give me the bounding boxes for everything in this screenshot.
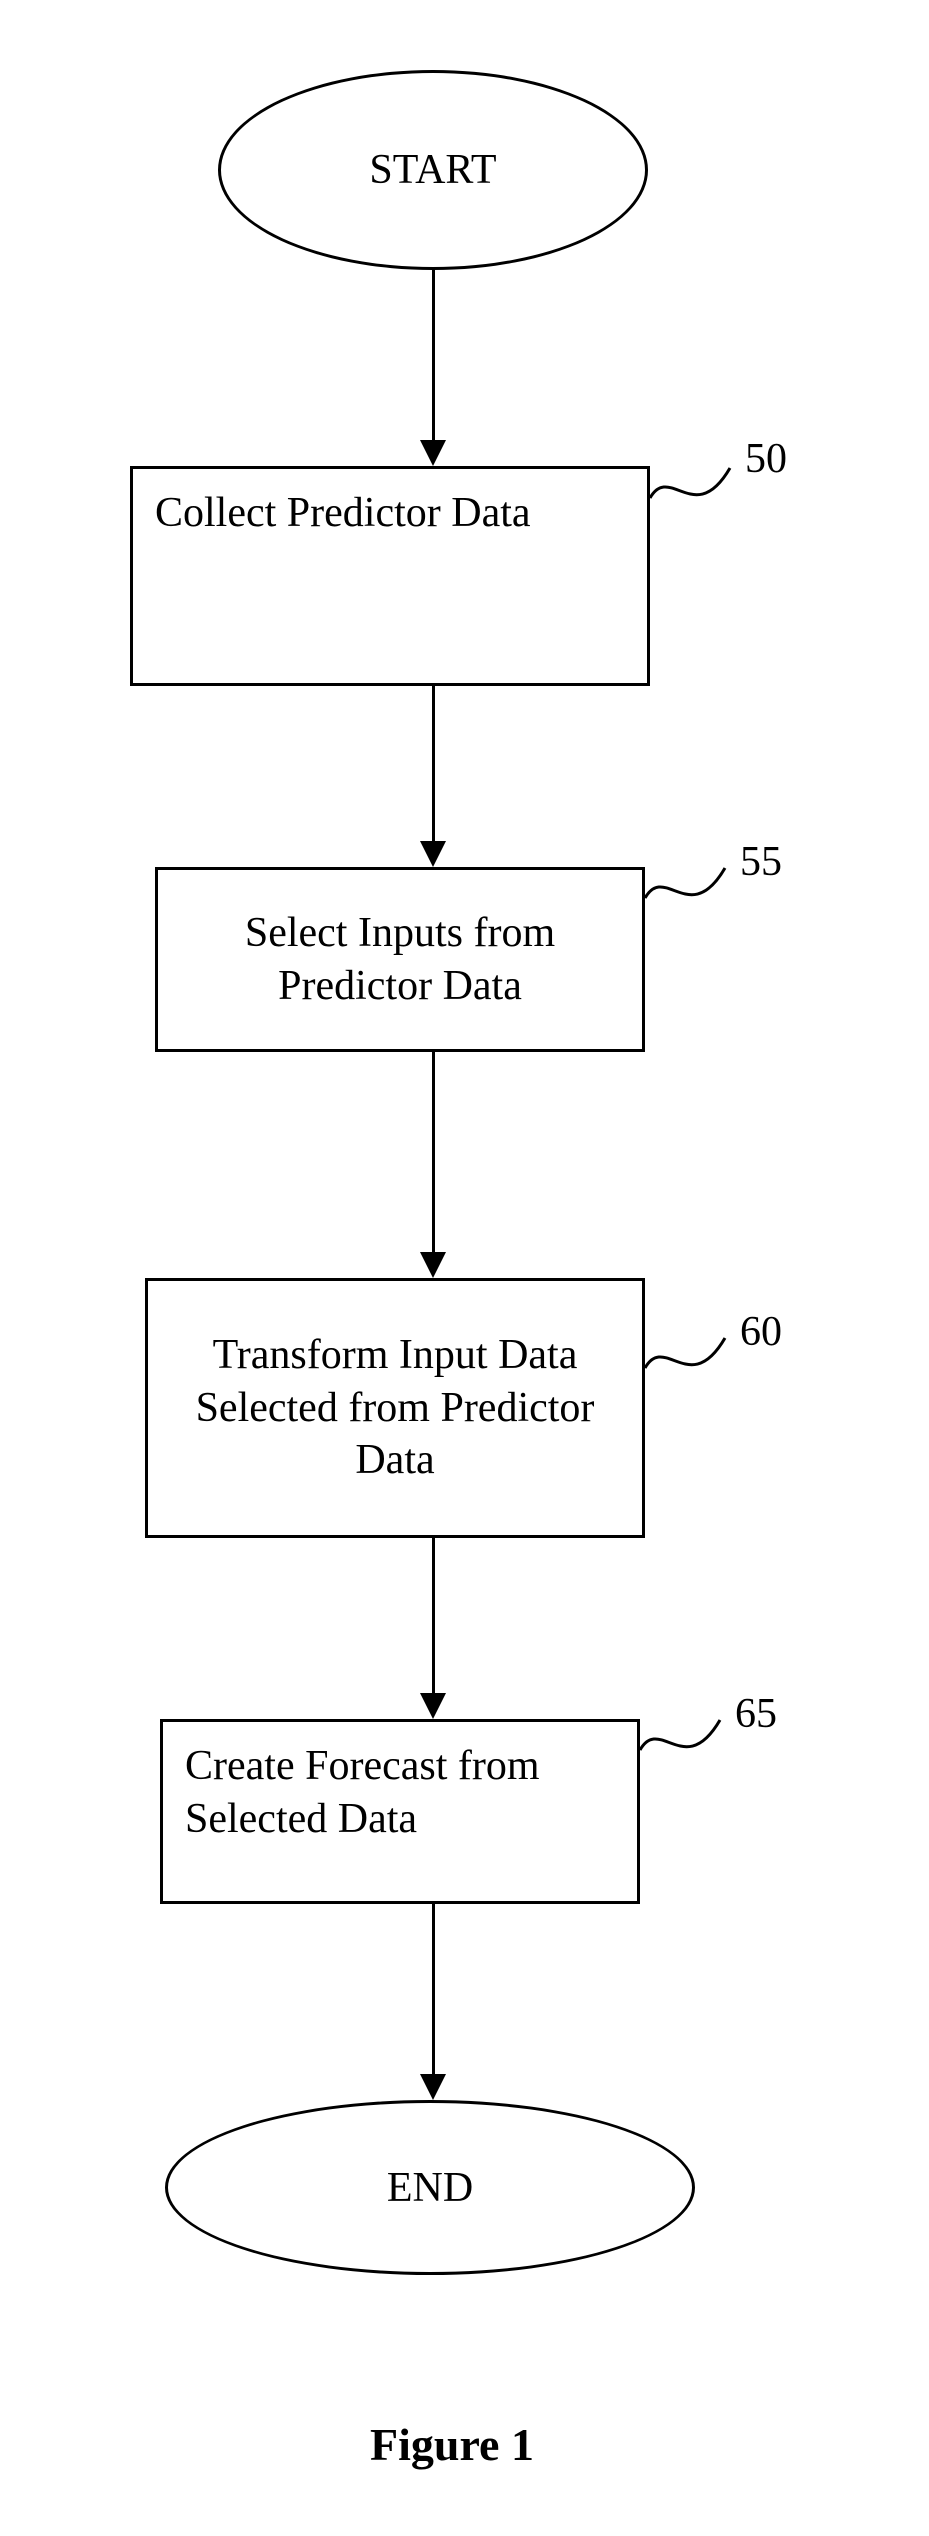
leader-65 <box>640 1710 730 1770</box>
arrow-55-to-60-head <box>420 1252 446 1278</box>
step-65-box: Create Forecast from Selected Data <box>160 1719 640 1904</box>
flowchart-canvas: START Collect Predictor Data 50 Select I… <box>0 0 929 2536</box>
step-60-box: Transform Input Data Selected from Predi… <box>145 1278 645 1538</box>
arrow-55-to-60 <box>432 1052 435 1252</box>
start-label: START <box>369 146 496 194</box>
end-terminator: END <box>165 2100 695 2275</box>
arrow-65-to-end <box>432 1904 435 2074</box>
arrow-50-to-55 <box>432 686 435 841</box>
arrow-start-to-50 <box>432 270 435 440</box>
leader-60 <box>645 1328 735 1388</box>
step-60-text: Transform Input Data Selected from Predi… <box>178 1329 612 1487</box>
leader-50 <box>650 458 740 518</box>
start-terminator: START <box>218 70 648 270</box>
arrow-50-to-55-head <box>420 841 446 867</box>
arrow-start-to-50-head <box>420 440 446 466</box>
arrow-65-to-end-head <box>420 2074 446 2100</box>
step-55-num: 55 <box>740 838 782 886</box>
step-55-box: Select Inputs from Predictor Data <box>155 867 645 1052</box>
arrow-60-to-65-head <box>420 1693 446 1719</box>
end-label: END <box>387 2164 473 2212</box>
step-50-text: Collect Predictor Data <box>155 487 531 540</box>
step-50-num: 50 <box>745 435 787 483</box>
step-65-num: 65 <box>735 1690 777 1738</box>
step-55-text: Select Inputs from Predictor Data <box>188 907 612 1012</box>
arrow-60-to-65 <box>432 1538 435 1693</box>
step-50-box: Collect Predictor Data <box>130 466 650 686</box>
leader-55 <box>645 858 735 918</box>
step-60-num: 60 <box>740 1308 782 1356</box>
step-65-text: Create Forecast from Selected Data <box>185 1740 615 1845</box>
figure-caption: Figure 1 <box>370 2418 534 2471</box>
